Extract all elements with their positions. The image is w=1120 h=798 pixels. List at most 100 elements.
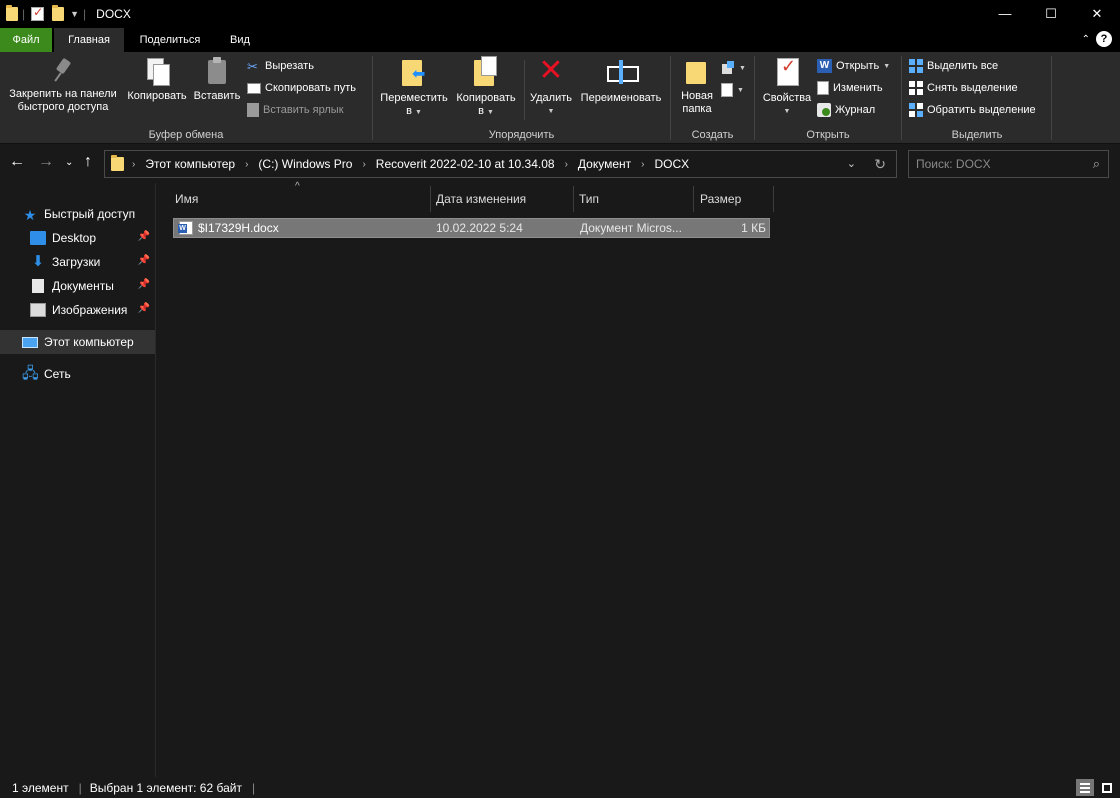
customize-quick-access-icon[interactable]: ▼ [70,9,79,19]
network-icon: 🖧 [22,365,39,382]
pin-quick-access-button[interactable]: Закрепить на панели быстрого доступа [4,56,122,114]
tab-file[interactable]: Файл [0,28,52,52]
select-all-button[interactable]: Выделить все [909,56,998,76]
select-all-icon [909,59,923,73]
tab-home[interactable]: Главная [54,28,124,52]
clipboard-group-label: Буфер обмена [148,129,224,141]
sidebar-item-this-pc[interactable]: Этот компьютер [0,330,155,354]
window-controls: — ☐ ✕ [982,0,1120,27]
copy-to-button[interactable]: Копировать в ▼ [451,56,521,119]
search-icon[interactable]: ⌕ [1093,156,1100,172]
tab-share[interactable]: Поделиться [130,28,210,52]
column-header-name[interactable]: Имя [175,186,430,212]
forward-arrow-icon[interactable]: → [38,153,54,171]
column-divider[interactable] [573,186,574,212]
recent-locations-chevron-icon[interactable]: ⌄ [65,157,73,168]
column-header-size[interactable]: Размер [700,186,770,212]
open-button[interactable]: W Открыть ▼ [817,56,890,76]
paste-button[interactable]: Вставить [192,56,242,103]
new-item-button[interactable]: ▼ [721,58,746,78]
breadcrumb-this-pc[interactable]: Этот компьютер [145,157,235,171]
select-none-button[interactable]: Снять выделение [909,78,1018,98]
copy-path-button[interactable]: Скопировать путь [247,78,356,98]
breadcrumb-chevron-icon[interactable]: › [362,159,365,170]
up-arrow-icon[interactable]: ↑ [84,153,92,171]
table-row[interactable]: $I17329H.docx 10.02.2022 5:24 Документ M… [173,218,770,238]
dropdown-arrow-icon: ▼ [547,108,555,115]
breadcrumb-recoverit[interactable]: Recoverit 2022-02-10 at 10.34.08 [376,157,555,171]
column-header-date[interactable]: Дата изменения [436,186,573,212]
minimize-button[interactable]: — [982,0,1028,27]
sidebar-item-label: Документы [52,279,114,293]
computer-icon [22,336,38,348]
sidebar-item-pictures[interactable]: Изображения 📌 [0,298,155,322]
breadcrumb-chevron-icon[interactable]: › [565,159,568,170]
properties-button[interactable]: Свойства ▼ [759,56,815,118]
item-count: 1 элемент [12,780,69,795]
sidebar-item-label: Загрузки [52,255,101,269]
title-separator: | [22,6,26,21]
breadcrumb-chevron-icon[interactable]: › [245,159,248,170]
details-view-icon [1080,782,1090,793]
column-header-type[interactable]: Тип [579,186,693,212]
breadcrumb-chevron-icon[interactable]: › [641,159,644,170]
tab-view[interactable]: Вид [218,28,262,52]
sidebar-item-label: Изображения [52,303,128,317]
dropdown-arrow-icon: ▼ [883,62,891,70]
edit-label: Изменить [833,82,883,94]
help-icon[interactable]: ? [1096,31,1112,47]
properties-quick-icon[interactable] [31,5,45,21]
close-button[interactable]: ✕ [1074,0,1120,27]
search-box[interactable]: ⌕ [908,150,1109,178]
shortcut-icon [247,103,259,117]
breadcrumb-drive[interactable]: (C:) Windows Pro [258,157,352,171]
sidebar-item-label: Сеть [44,367,71,381]
search-input[interactable] [909,151,1079,177]
new-folder-label-2: папка [682,103,712,115]
refresh-icon[interactable]: ↻ [874,156,886,173]
sidebar-item-label: Desktop [52,231,97,245]
sidebar-item-quick-access[interactable]: ★ Быстрый доступ [0,202,155,226]
easy-access-button[interactable]: ▼ [721,80,744,100]
address-history-chevron-icon[interactable]: ⌄ [847,157,856,170]
title-bar: | ▼ | DOCX — ☐ ✕ [0,0,1120,27]
sidebar-item-documents[interactable]: Документы 📌 [0,274,155,298]
dropdown-arrow-icon: ▼ [737,86,744,94]
rename-button[interactable]: Переименовать [576,56,666,105]
address-bar[interactable]: › Этот компьютер › (C:) Windows Pro › Re… [104,150,897,178]
edit-button[interactable]: Изменить [817,78,883,98]
history-button[interactable]: Журнал [817,100,875,120]
new-folder-button[interactable]: Новая папка [673,56,721,116]
easy-access-icon [721,83,733,97]
invert-selection-button[interactable]: Обратить выделение [909,100,1036,120]
new-folder-quick-icon[interactable] [52,4,65,21]
breadcrumb-docx[interactable]: DOCX [655,157,690,171]
move-to-button[interactable]: Переместить в ▼ [377,56,451,119]
delete-button[interactable]: ✕ Удалить ▼ [527,56,575,118]
breadcrumb-document[interactable]: Документ [578,157,631,171]
navigation-pane: ★ Быстрый доступ Desktop 📌 ⬇ Загрузки 📌 … [0,183,156,777]
breadcrumb-chevron-icon[interactable]: › [132,159,135,170]
sidebar-item-network[interactable]: 🖧 Сеть [0,362,155,386]
collapse-ribbon-icon[interactable]: ⌃ [1082,34,1090,45]
sidebar-item-desktop[interactable]: Desktop 📌 [0,226,155,250]
sidebar-item-label: Этот компьютер [44,335,134,349]
back-arrow-icon[interactable]: ← [9,153,25,171]
sidebar-item-downloads[interactable]: ⬇ Загрузки 📌 [0,250,155,274]
column-header-label: Тип [579,192,600,206]
copy-button[interactable]: Копировать [124,56,190,103]
details-view-button[interactable] [1076,779,1094,796]
large-icons-view-button[interactable] [1098,779,1116,796]
column-divider[interactable] [773,186,774,212]
file-size: 1 КБ [741,221,766,235]
maximize-button[interactable]: ☐ [1028,0,1074,27]
paste-shortcut-button[interactable]: Вставить ярлык [247,100,344,120]
cut-button[interactable]: ✂ Вырезать [247,56,314,76]
pictures-icon [30,303,46,317]
properties-icon [773,56,801,88]
column-header-label: Размер [700,192,742,206]
folder-icon [6,4,18,21]
clipboard-group: Закрепить на панели быстрого доступа Коп… [0,52,372,144]
column-divider[interactable] [693,186,694,212]
column-divider[interactable] [430,186,431,212]
